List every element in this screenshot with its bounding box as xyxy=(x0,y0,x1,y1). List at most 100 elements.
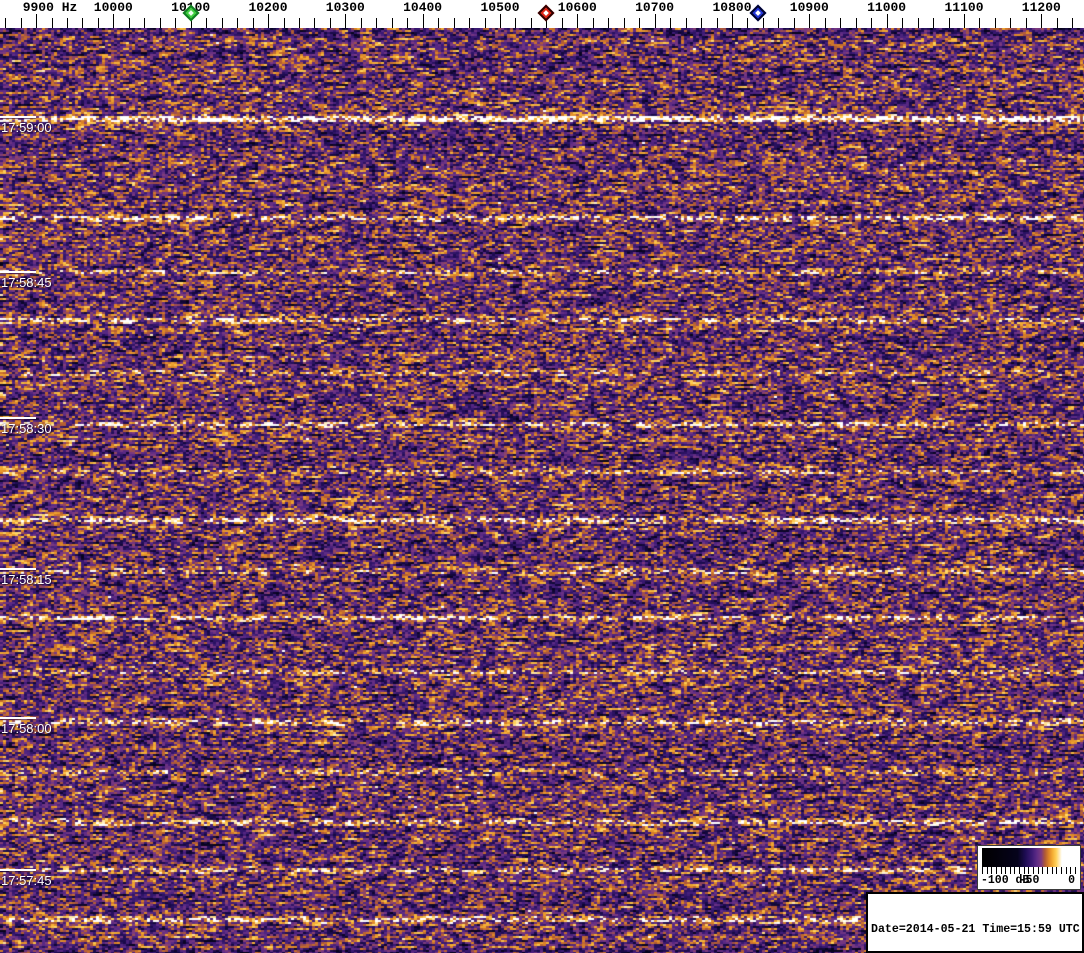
scale-tick xyxy=(995,867,997,874)
freq-tick xyxy=(298,18,300,28)
time-tick xyxy=(0,271,36,273)
scale-tick xyxy=(1023,867,1025,874)
freq-tick xyxy=(994,18,996,28)
freq-tick xyxy=(948,18,950,28)
freq-tick xyxy=(422,14,424,28)
freq-tick xyxy=(840,18,842,28)
freq-label: 9900 Hz xyxy=(22,0,78,15)
freq-label: 11100 xyxy=(944,0,984,15)
scale-tick xyxy=(1065,867,1067,874)
freq-tick xyxy=(484,18,486,28)
freq-marker-blue[interactable] xyxy=(749,4,767,22)
time-tick xyxy=(0,568,36,570)
freq-tick xyxy=(979,18,981,28)
freq-label: 10400 xyxy=(403,0,443,15)
time-label: 17:58:45 xyxy=(1,275,52,290)
freq-tick xyxy=(1041,14,1043,28)
freq-tick xyxy=(268,14,269,28)
freq-tick xyxy=(685,18,687,28)
freq-tick xyxy=(221,18,223,28)
scale-labels: -100 dB -50 0 xyxy=(978,874,1080,888)
freq-tick xyxy=(82,18,84,28)
marker-center-hole xyxy=(187,10,194,16)
scale-tick xyxy=(986,867,988,874)
freq-tick xyxy=(732,14,733,28)
scale-tick xyxy=(1060,867,1062,874)
freq-tick xyxy=(778,18,780,28)
freq-tick xyxy=(159,18,161,28)
freq-tick xyxy=(716,18,718,28)
time-tick xyxy=(0,717,36,719)
marker-center-hole xyxy=(754,10,761,16)
freq-tick xyxy=(5,18,7,28)
freq-label: 10000 xyxy=(93,0,133,15)
freq-tick xyxy=(670,18,672,28)
freq-tick xyxy=(97,18,99,28)
freq-tick xyxy=(855,18,857,28)
freq-tick xyxy=(128,18,130,28)
freq-tick xyxy=(592,18,594,28)
freq-label: 10500 xyxy=(480,0,520,15)
scale-label-mid-db: -50 xyxy=(1018,874,1040,887)
scale-tick xyxy=(982,867,983,874)
freq-label: 11000 xyxy=(867,0,907,15)
blue-diamond-icon xyxy=(749,4,766,22)
freq-label: 10200 xyxy=(248,0,288,15)
scale-tick xyxy=(1070,867,1072,874)
db-color-scale: -100 dB -50 0 xyxy=(977,845,1081,890)
freq-label: 11200 xyxy=(1021,0,1061,15)
freq-tick xyxy=(345,14,347,28)
marker-center-hole xyxy=(543,10,550,16)
freq-tick xyxy=(391,18,393,28)
freq-tick xyxy=(252,18,254,28)
freq-tick xyxy=(964,14,965,28)
freq-label: 10300 xyxy=(325,0,365,15)
freq-tick xyxy=(515,18,517,28)
freq-label: 10700 xyxy=(635,0,675,15)
freq-tick xyxy=(871,18,873,28)
scale-tick-row xyxy=(982,867,1076,874)
freq-tick xyxy=(453,18,455,28)
freq-tick xyxy=(144,18,146,28)
freq-tick xyxy=(824,18,826,28)
waterfall-spectrogram xyxy=(0,28,1084,953)
freq-marker-red[interactable] xyxy=(537,4,555,22)
freq-tick xyxy=(20,18,22,28)
scale-tick xyxy=(1033,867,1035,874)
freq-tick xyxy=(886,14,888,28)
time-tick xyxy=(0,116,36,118)
scale-tick xyxy=(1074,867,1076,874)
freq-tick xyxy=(66,18,68,28)
freq-tick xyxy=(917,18,919,28)
scale-tick xyxy=(1000,867,1002,874)
freq-tick xyxy=(283,18,285,28)
scale-tick xyxy=(1037,867,1039,874)
freq-tick xyxy=(206,18,208,28)
scale-label-max-db: 0 xyxy=(1068,874,1075,887)
freq-tick xyxy=(1025,18,1027,28)
freq-tick xyxy=(113,14,115,28)
time-tick xyxy=(0,869,36,871)
freq-label: 10600 xyxy=(557,0,597,15)
scale-tick xyxy=(1019,867,1021,874)
freq-tick xyxy=(500,14,501,28)
freq-marker-green[interactable] xyxy=(182,4,200,22)
freq-tick xyxy=(701,18,702,28)
freq-tick xyxy=(36,14,37,28)
freq-tick xyxy=(902,18,904,28)
scale-tick xyxy=(991,867,993,874)
time-label: 17:57:45 xyxy=(1,873,52,888)
freq-tick xyxy=(809,14,811,28)
time-label: 17:58:15 xyxy=(1,572,52,587)
freq-tick xyxy=(1072,18,1074,28)
freq-tick xyxy=(561,18,563,28)
scale-tick xyxy=(1051,867,1053,874)
observation-info-box: Date=2014-05-21 Time=15:59 UTC Freq=143 … xyxy=(866,892,1084,953)
freq-tick xyxy=(360,18,362,28)
freq-tick xyxy=(1010,18,1012,28)
freq-tick xyxy=(654,14,656,28)
red-diamond-icon xyxy=(537,4,555,22)
scale-tick xyxy=(1056,867,1058,874)
freq-tick xyxy=(530,18,532,28)
scale-tick xyxy=(1046,867,1048,874)
